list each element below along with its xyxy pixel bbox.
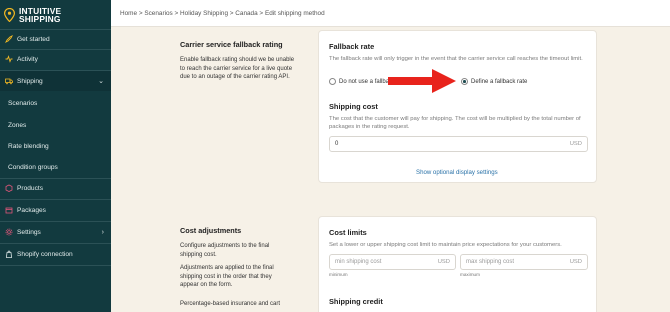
sidebar-item-zones[interactable]: Zones [0,115,111,135]
brand-line-2: SHIPPING [19,13,61,24]
radio-label: Do not use a fallba [339,78,390,85]
brand-name: INTUITIVE SHIPPING [19,6,61,24]
sidebar-item-label: Activity [17,55,38,63]
section-description-1: Configure adjustments to the final shipp… [180,243,270,258]
annotation-arrow-icon [388,69,456,93]
input-placeholder: max shipping cost [466,259,515,265]
currency-suffix: USD [437,259,450,265]
card-description: Set a lower or upper shipping cost limit… [329,242,562,248]
breadcrumb[interactable]: Home > Scenarios > Holiday Shipping > Ca… [120,10,325,17]
sidebar-item-label: Shopify connection [17,250,73,258]
nav-divider [0,265,111,266]
section-description: Enable fallback rating should we be unab… [180,57,295,81]
min-caption: minimum [329,272,348,277]
shipping-cost-title: Shipping cost [329,102,378,111]
min-shipping-cost-input[interactable]: min shipping cost USD [329,254,456,270]
app-logo[interactable]: INTUITIVE SHIPPING [0,0,111,29]
sidebar-item-get-started[interactable]: Get started [0,29,111,49]
sidebar-item-label: Zones [8,121,27,129]
input-value: 0 [335,141,339,147]
sidebar-item-settings[interactable]: Settings › [0,222,111,242]
currency-suffix: USD [569,141,582,147]
truck-icon [5,77,13,85]
section-title: Carrier service fallback rating [180,40,283,49]
section-title: Cost adjustments [180,226,242,235]
max-shipping-cost-input[interactable]: max shipping cost USD [460,254,588,270]
card-title: Cost limits [329,228,367,237]
sidebar-item-scenarios[interactable]: Scenarios [0,93,111,113]
max-caption: maximum [460,272,480,277]
shopify-icon [5,250,13,258]
location-pin-icon [3,7,16,22]
sidebar-item-products[interactable]: Products [0,178,111,198]
section-description-3: Percentage-based insurance and cart [180,301,281,307]
sidebar-item-label: Rate blending [8,142,49,150]
fallback-rate-card: Fallback rate The fallback rate will onl… [318,30,597,183]
radio-label: Define a fallback rate [471,78,528,85]
sidebar-item-label: Shipping [17,77,43,85]
top-bar: Home > Scenarios > Holiday Shipping > Ca… [111,0,670,27]
chevron-down-icon: ⌄ [98,78,104,85]
rocket-icon [5,35,13,43]
box-icon [5,184,13,192]
shipping-cost-description: The cost that the customer will pay for … [329,116,581,131]
gear-icon [5,228,13,236]
sidebar-item-activity[interactable]: Activity [0,49,111,69]
input-placeholder: min shipping cost [335,259,382,265]
radio-define-fallback[interactable]: Define a fallback rate [461,78,527,85]
sidebar-item-label: Condition groups [8,163,58,171]
radio-circle[interactable] [329,78,336,85]
sidebar-item-label: Packages [17,206,46,214]
chevron-right-icon: › [101,228,104,236]
sidebar: INTUITIVE SHIPPING Get started Activity … [0,0,111,312]
card-title: Fallback rate [329,42,375,51]
shipping-credit-title: Shipping credit [329,297,383,306]
sidebar-item-label: Scenarios [8,99,38,107]
sidebar-item-label: Products [17,184,44,192]
currency-suffix: USD [569,259,582,265]
sidebar-item-shipping[interactable]: Shipping ⌄ [0,71,111,91]
sidebar-item-label: Settings [17,228,41,236]
cost-limits-card: Cost limits Set a lower or upper shippin… [318,216,597,312]
show-optional-settings-link[interactable]: Show optional display settings [416,169,498,176]
shipping-cost-input[interactable]: 0 USD [329,136,588,152]
radio-no-fallback[interactable]: Do not use a fallba [329,78,389,85]
sidebar-item-shopify-connection[interactable]: Shopify connection [0,244,111,264]
card-description: The fallback rate will only trigger in t… [329,56,583,62]
activity-icon [5,55,13,63]
section-description-2: Adjustments are applied to the final shi… [180,265,274,289]
package-icon [5,206,13,214]
sidebar-item-condition-groups[interactable]: Condition groups [0,157,111,177]
sidebar-item-label: Get started [17,35,50,43]
radio-circle-selected[interactable] [461,78,468,85]
sidebar-item-packages[interactable]: Packages [0,200,111,220]
sidebar-item-rate-blending[interactable]: Rate blending [0,136,111,156]
